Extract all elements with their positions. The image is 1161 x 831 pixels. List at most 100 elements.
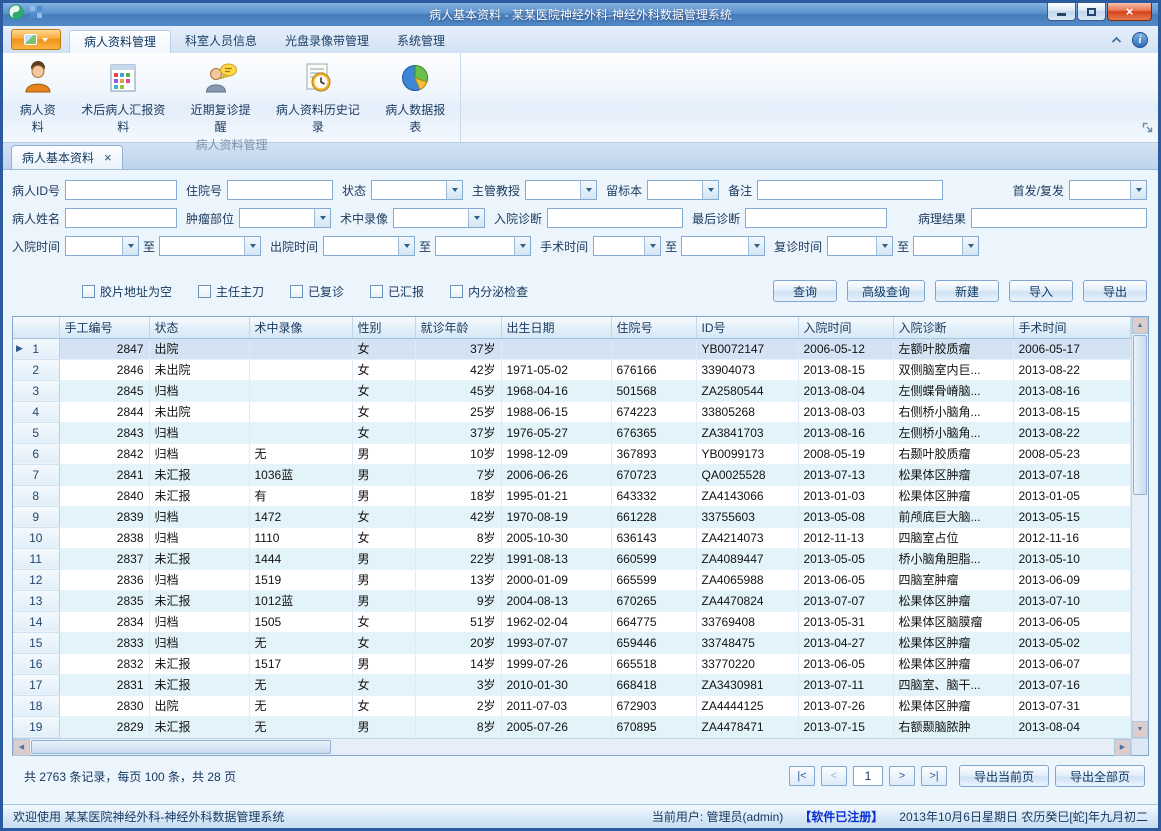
chevron-down-icon[interactable] — [398, 237, 414, 255]
cell[interactable]: 2834 — [59, 611, 149, 632]
cell[interactable]: 20岁 — [415, 632, 501, 653]
cell[interactable]: 2013-06-09 — [1013, 569, 1131, 590]
cell[interactable]: ZA4143066 — [696, 485, 798, 506]
cell[interactable]: ZA4478471 — [696, 716, 798, 737]
cell[interactable]: 33770220 — [696, 653, 798, 674]
cell[interactable]: 2000-01-09 — [501, 569, 611, 590]
cell[interactable]: 636143 — [611, 527, 696, 548]
chevron-down-icon[interactable] — [580, 181, 596, 199]
row-header[interactable]: 8 — [13, 485, 59, 506]
cell[interactable]: 2013-07-18 — [1013, 464, 1131, 485]
cell[interactable]: 1999-07-26 — [501, 653, 611, 674]
pathology-result-input[interactable] — [971, 208, 1147, 228]
column-header[interactable]: ID号 — [696, 317, 798, 338]
previous-page-button[interactable]: < — [821, 766, 847, 786]
row-header[interactable]: 6 — [13, 443, 59, 464]
cell[interactable]: 女 — [352, 338, 415, 359]
cell[interactable]: 676365 — [611, 422, 696, 443]
cell[interactable] — [611, 338, 696, 359]
table-row[interactable]: 22846未出院女42岁1971-05-02676166339040732013… — [13, 359, 1131, 380]
next-page-button[interactable]: > — [889, 766, 915, 786]
row-header[interactable]: 17 — [13, 674, 59, 695]
cell[interactable]: 659446 — [611, 632, 696, 653]
first-or-recur-combo[interactable] — [1069, 180, 1147, 200]
table-row[interactable]: 102838归档1110女8岁2005-10-30636143ZA4214073… — [13, 527, 1131, 548]
cell[interactable]: 2013-08-22 — [1013, 422, 1131, 443]
chevron-down-icon[interactable] — [244, 237, 260, 255]
chevron-down-icon[interactable] — [962, 237, 978, 255]
cell[interactable]: 2013-07-16 — [1013, 674, 1131, 695]
cell[interactable]: 1976-05-27 — [501, 422, 611, 443]
row-header[interactable]: 3 — [13, 380, 59, 401]
cell[interactable]: 1012蓝 — [249, 590, 352, 611]
cell[interactable]: 1991-08-13 — [501, 548, 611, 569]
scroll-down-icon[interactable]: ▼ — [1132, 721, 1148, 738]
cell[interactable]: ZA3430981 — [696, 674, 798, 695]
cell[interactable]: 2013-06-07 — [1013, 653, 1131, 674]
patient-data-button[interactable]: 病人资料 — [7, 56, 69, 137]
cell[interactable]: 松果体区肿瘤 — [893, 464, 1013, 485]
cell[interactable]: 14岁 — [415, 653, 501, 674]
table-row[interactable]: 192829未汇报无男8岁2005-07-26670895ZA447847120… — [13, 716, 1131, 737]
cell[interactable]: 2005-07-26 — [501, 716, 611, 737]
patient-id-input[interactable] — [65, 180, 177, 200]
checkbox-chief-surgeon[interactable]: 主任主刀 — [198, 283, 264, 300]
cell[interactable]: 13岁 — [415, 569, 501, 590]
cell[interactable]: 未汇报 — [149, 485, 249, 506]
chevron-down-icon[interactable] — [1130, 181, 1146, 199]
cell[interactable]: 未汇报 — [149, 590, 249, 611]
ribbon-tab-disc-management[interactable]: 光盘录像带管理 — [271, 30, 383, 53]
cell[interactable]: 归档 — [149, 527, 249, 548]
cell[interactable]: 2013-05-08 — [798, 506, 893, 527]
cell[interactable]: 归档 — [149, 506, 249, 527]
cell[interactable]: 8岁 — [415, 527, 501, 548]
export-button[interactable]: 导出 — [1083, 280, 1147, 302]
cell[interactable]: ZA2580544 — [696, 380, 798, 401]
row-header[interactable]: 15 — [13, 632, 59, 653]
ribbon-tab-staff-info[interactable]: 科室人员信息 — [171, 30, 271, 53]
cell[interactable]: 1036蓝 — [249, 464, 352, 485]
cell[interactable]: ZA3841703 — [696, 422, 798, 443]
ribbon-tab-patient-management[interactable]: 病人资料管理 — [69, 30, 171, 53]
cell[interactable]: QA0025528 — [696, 464, 798, 485]
cell[interactable]: 8岁 — [415, 716, 501, 737]
cell[interactable]: 男 — [352, 716, 415, 737]
admission-no-input[interactable] — [227, 180, 333, 200]
table-row[interactable]: 172831未汇报无女3岁2010-01-30668418ZA343098120… — [13, 674, 1131, 695]
discharge-time-to-combo[interactable] — [435, 236, 531, 256]
chevron-down-icon[interactable] — [314, 209, 330, 227]
cell[interactable]: 2013-05-10 — [1013, 548, 1131, 569]
cell[interactable]: 660599 — [611, 548, 696, 569]
registered-link[interactable]: 【软件已注册】 — [799, 808, 883, 825]
chevron-down-icon[interactable] — [876, 237, 892, 255]
cell[interactable]: 2013-04-27 — [798, 632, 893, 653]
cell[interactable]: 无 — [249, 632, 352, 653]
cell[interactable]: 2013-07-31 — [1013, 695, 1131, 716]
table-row[interactable]: 62842归档无男10岁1998-12-09367893YB0099173200… — [13, 443, 1131, 464]
cell[interactable]: 四脑室占位 — [893, 527, 1013, 548]
cell[interactable]: 2845 — [59, 380, 149, 401]
chevron-down-icon[interactable] — [468, 209, 484, 227]
cell[interactable]: 18岁 — [415, 485, 501, 506]
cell[interactable]: 2840 — [59, 485, 149, 506]
export-all-pages-button[interactable]: 导出全部页 — [1055, 765, 1145, 787]
cell[interactable]: 无 — [249, 674, 352, 695]
chevron-down-icon[interactable] — [702, 181, 718, 199]
table-row[interactable]: 112837未汇报1444男22岁1991-08-13660599ZA40894… — [13, 548, 1131, 569]
specimen-combo[interactable] — [647, 180, 719, 200]
cell[interactable]: 右侧桥小脑角... — [893, 401, 1013, 422]
cell[interactable]: 33755603 — [696, 506, 798, 527]
cell[interactable]: 501568 — [611, 380, 696, 401]
cell[interactable]: 女 — [352, 611, 415, 632]
cell[interactable]: 367893 — [611, 443, 696, 464]
cell[interactable]: 2013-08-04 — [798, 380, 893, 401]
application-menu-button[interactable] — [11, 29, 61, 50]
minimize-button[interactable] — [1047, 3, 1076, 21]
cell[interactable]: ZA4444125 — [696, 695, 798, 716]
cell[interactable]: 2013-05-31 — [798, 611, 893, 632]
cell[interactable]: 2013-07-11 — [798, 674, 893, 695]
cell[interactable]: 男 — [352, 485, 415, 506]
cell[interactable]: 22岁 — [415, 548, 501, 569]
revisit-time-to-combo[interactable] — [913, 236, 979, 256]
cell[interactable]: 2013-05-05 — [798, 548, 893, 569]
